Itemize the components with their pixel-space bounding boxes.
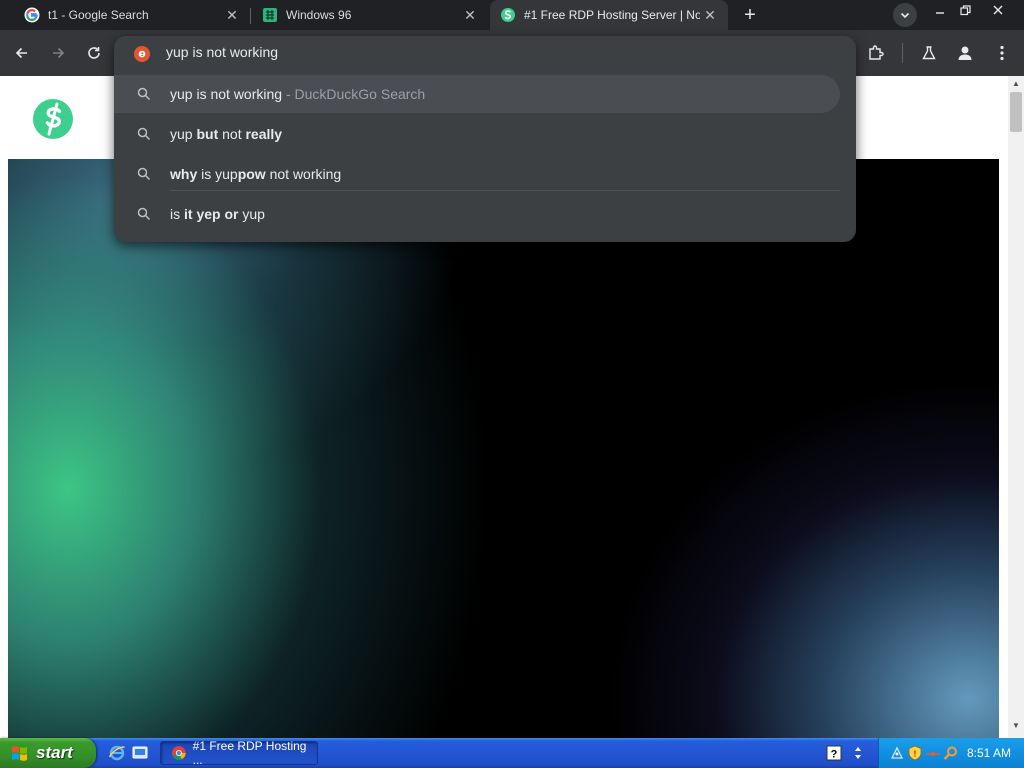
minimize-icon [936,12,944,14]
arrows-icon[interactable] [850,745,866,761]
search-icon [137,207,151,221]
profile-button[interactable] [951,39,979,67]
clock: 8:51 AM [967,746,1012,760]
search-icon [137,87,151,101]
help-icon[interactable]: ? [826,745,842,761]
suggestion-text: why is yuppow not working [170,166,342,182]
search-tray-icon[interactable] [943,745,959,761]
suggestion-suffix: - DuckDuckGo Search [282,86,426,102]
connection-icon[interactable] [925,745,941,761]
suggestion-text: is it yep or yup [170,206,265,222]
page-scrollbar[interactable]: ▲ ▼ [1008,76,1024,738]
taskbar-item-browser[interactable]: #1 Free RDP Hosting ... [160,739,318,767]
labs-button[interactable] [915,39,943,67]
arrow-left-icon [15,47,27,59]
person-icon [958,46,972,60]
scroll-thumb[interactable] [1010,92,1022,132]
taskbar-item-label: #1 Free RDP Hosting ... [192,739,307,767]
scroll-up-arrow-icon[interactable]: ▲ [1012,80,1020,88]
tab-google-search[interactable]: t1 - Google Search ✕ [0,0,250,30]
taskbar: start #1 Free RDP Hosting ... ? ! 8:51 A… [0,738,1024,768]
svg-text:?: ? [831,749,838,761]
restore-icon [959,4,971,15]
omnibox[interactable]: yup is not working yup is not working - … [114,36,856,242]
chrome-icon [171,746,186,760]
suggestion-text: yup is not working - DuckDuckGo Search [170,86,426,102]
tab-title: #1 Free RDP Hosting Server | No S [524,8,700,22]
show-desktop-icon[interactable] [131,744,149,762]
tab-rdp-hosting[interactable]: #1 Free RDP Hosting Server | No S ✕ [490,0,728,30]
hero-background [8,159,999,738]
tab-title: t1 - Google Search [48,8,149,22]
menu-button[interactable] [988,39,1016,67]
restore-button[interactable] [953,1,977,19]
more-vertical-icon [1000,45,1004,61]
forward-button[interactable] [44,39,72,67]
chevron-down-icon [900,12,910,19]
svg-text:!: ! [914,750,917,759]
search-icon [137,127,151,141]
site-logo-icon[interactable] [32,98,74,140]
tab-strip: t1 - Google Search ✕ Windows 96 ✕ #1 Fre… [0,0,1024,30]
extensions-button[interactable] [862,39,890,67]
tab-title: Windows 96 [286,8,352,22]
minimize-button[interactable] [928,1,952,19]
address-input-text[interactable]: yup is not working [166,44,278,60]
tab-windows-96[interactable]: Windows 96 ✕ [238,0,488,30]
duckduckgo-icon [134,46,150,62]
close-window-button[interactable] [986,1,1010,19]
suggestion-item[interactable]: yup is not working - DuckDuckGo Search [114,75,840,113]
windows96-icon [262,7,278,23]
new-tab-button[interactable]: + [738,4,762,26]
flask-icon [922,46,936,60]
puzzle-icon [869,45,884,60]
suggestion-text: yup but not really [170,126,283,142]
suggestion-item[interactable]: yup but not really [114,115,856,153]
close-icon [993,5,1003,15]
arrow-right-icon [53,47,65,59]
system-tray: ! 8:51 AM [878,738,1024,768]
start-button[interactable]: start [0,738,96,768]
reload-button[interactable] [80,39,108,67]
suggestion-item[interactable]: why is yuppow not working [114,155,856,193]
scroll-down-arrow-icon[interactable]: ▼ [1012,722,1020,730]
toolbar-separator [902,43,903,63]
back-button[interactable] [8,39,36,67]
rdp-site-icon [500,7,516,23]
suggestion-item[interactable]: is it yep or yup [114,195,856,233]
google-icon [24,7,40,23]
reload-icon [88,47,100,59]
tab-search-button[interactable] [893,3,917,27]
close-tab-icon[interactable]: ✕ [460,5,480,25]
network-icon[interactable] [889,745,905,761]
address-bar[interactable]: yup is not working [114,36,856,70]
start-label: start [36,743,73,762]
security-shield-icon[interactable]: ! [907,745,923,761]
internet-explorer-icon[interactable] [108,744,126,762]
close-tab-icon[interactable]: ✕ [700,5,720,25]
search-icon [137,167,151,181]
windows-flag-icon [12,746,27,761]
